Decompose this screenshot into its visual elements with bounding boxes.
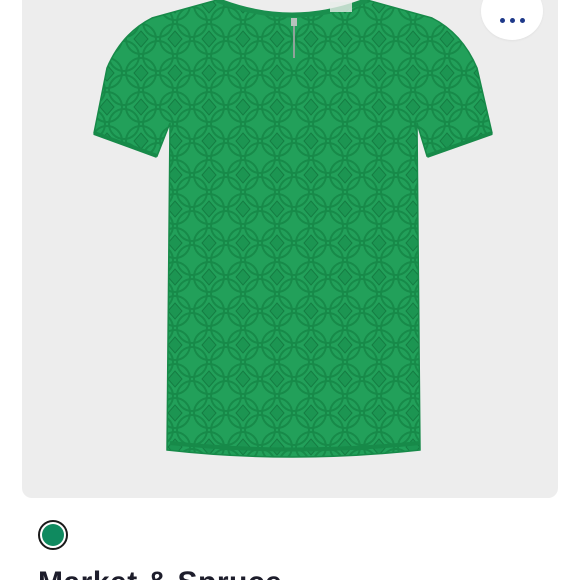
shirt-body [93, 0, 493, 458]
color-swatch-green[interactable] [38, 520, 68, 550]
brand-name: Market & Spruce [38, 568, 282, 580]
product-image-card[interactable] [22, 0, 558, 498]
swatch-color-dot [42, 524, 64, 546]
product-detail-page: Market & Spruce [0, 0, 580, 580]
product-photo [93, 0, 493, 458]
ellipsis-icon [499, 17, 525, 23]
